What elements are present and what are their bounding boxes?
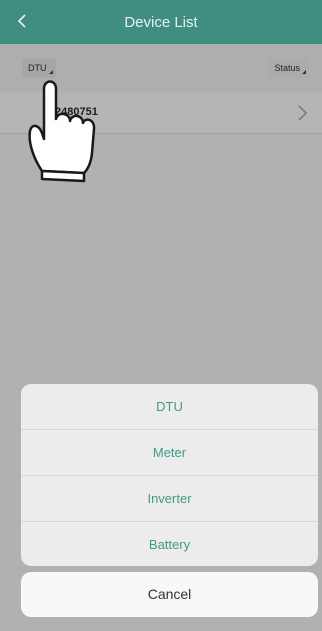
status-filter-label: Status [274,63,300,73]
sheet-option-dtu[interactable]: DTU [21,384,318,430]
sheet-option-inverter[interactable]: Inverter [21,476,318,522]
cancel-button[interactable]: Cancel [21,572,318,617]
pointing-hand-icon [28,80,96,183]
page-title: Device List [124,14,198,31]
type-action-sheet: DTU Meter Inverter Battery [21,384,318,566]
sheet-option-battery[interactable]: Battery [21,522,318,566]
type-filter-label: DTU [28,63,47,73]
sheet-option-meter[interactable]: Meter [21,430,318,476]
chevron-right-icon [298,105,308,121]
nav-header: Device List [0,0,322,44]
status-filter-dropdown[interactable]: Status [268,58,309,78]
dropdown-indicator-icon [302,70,306,74]
